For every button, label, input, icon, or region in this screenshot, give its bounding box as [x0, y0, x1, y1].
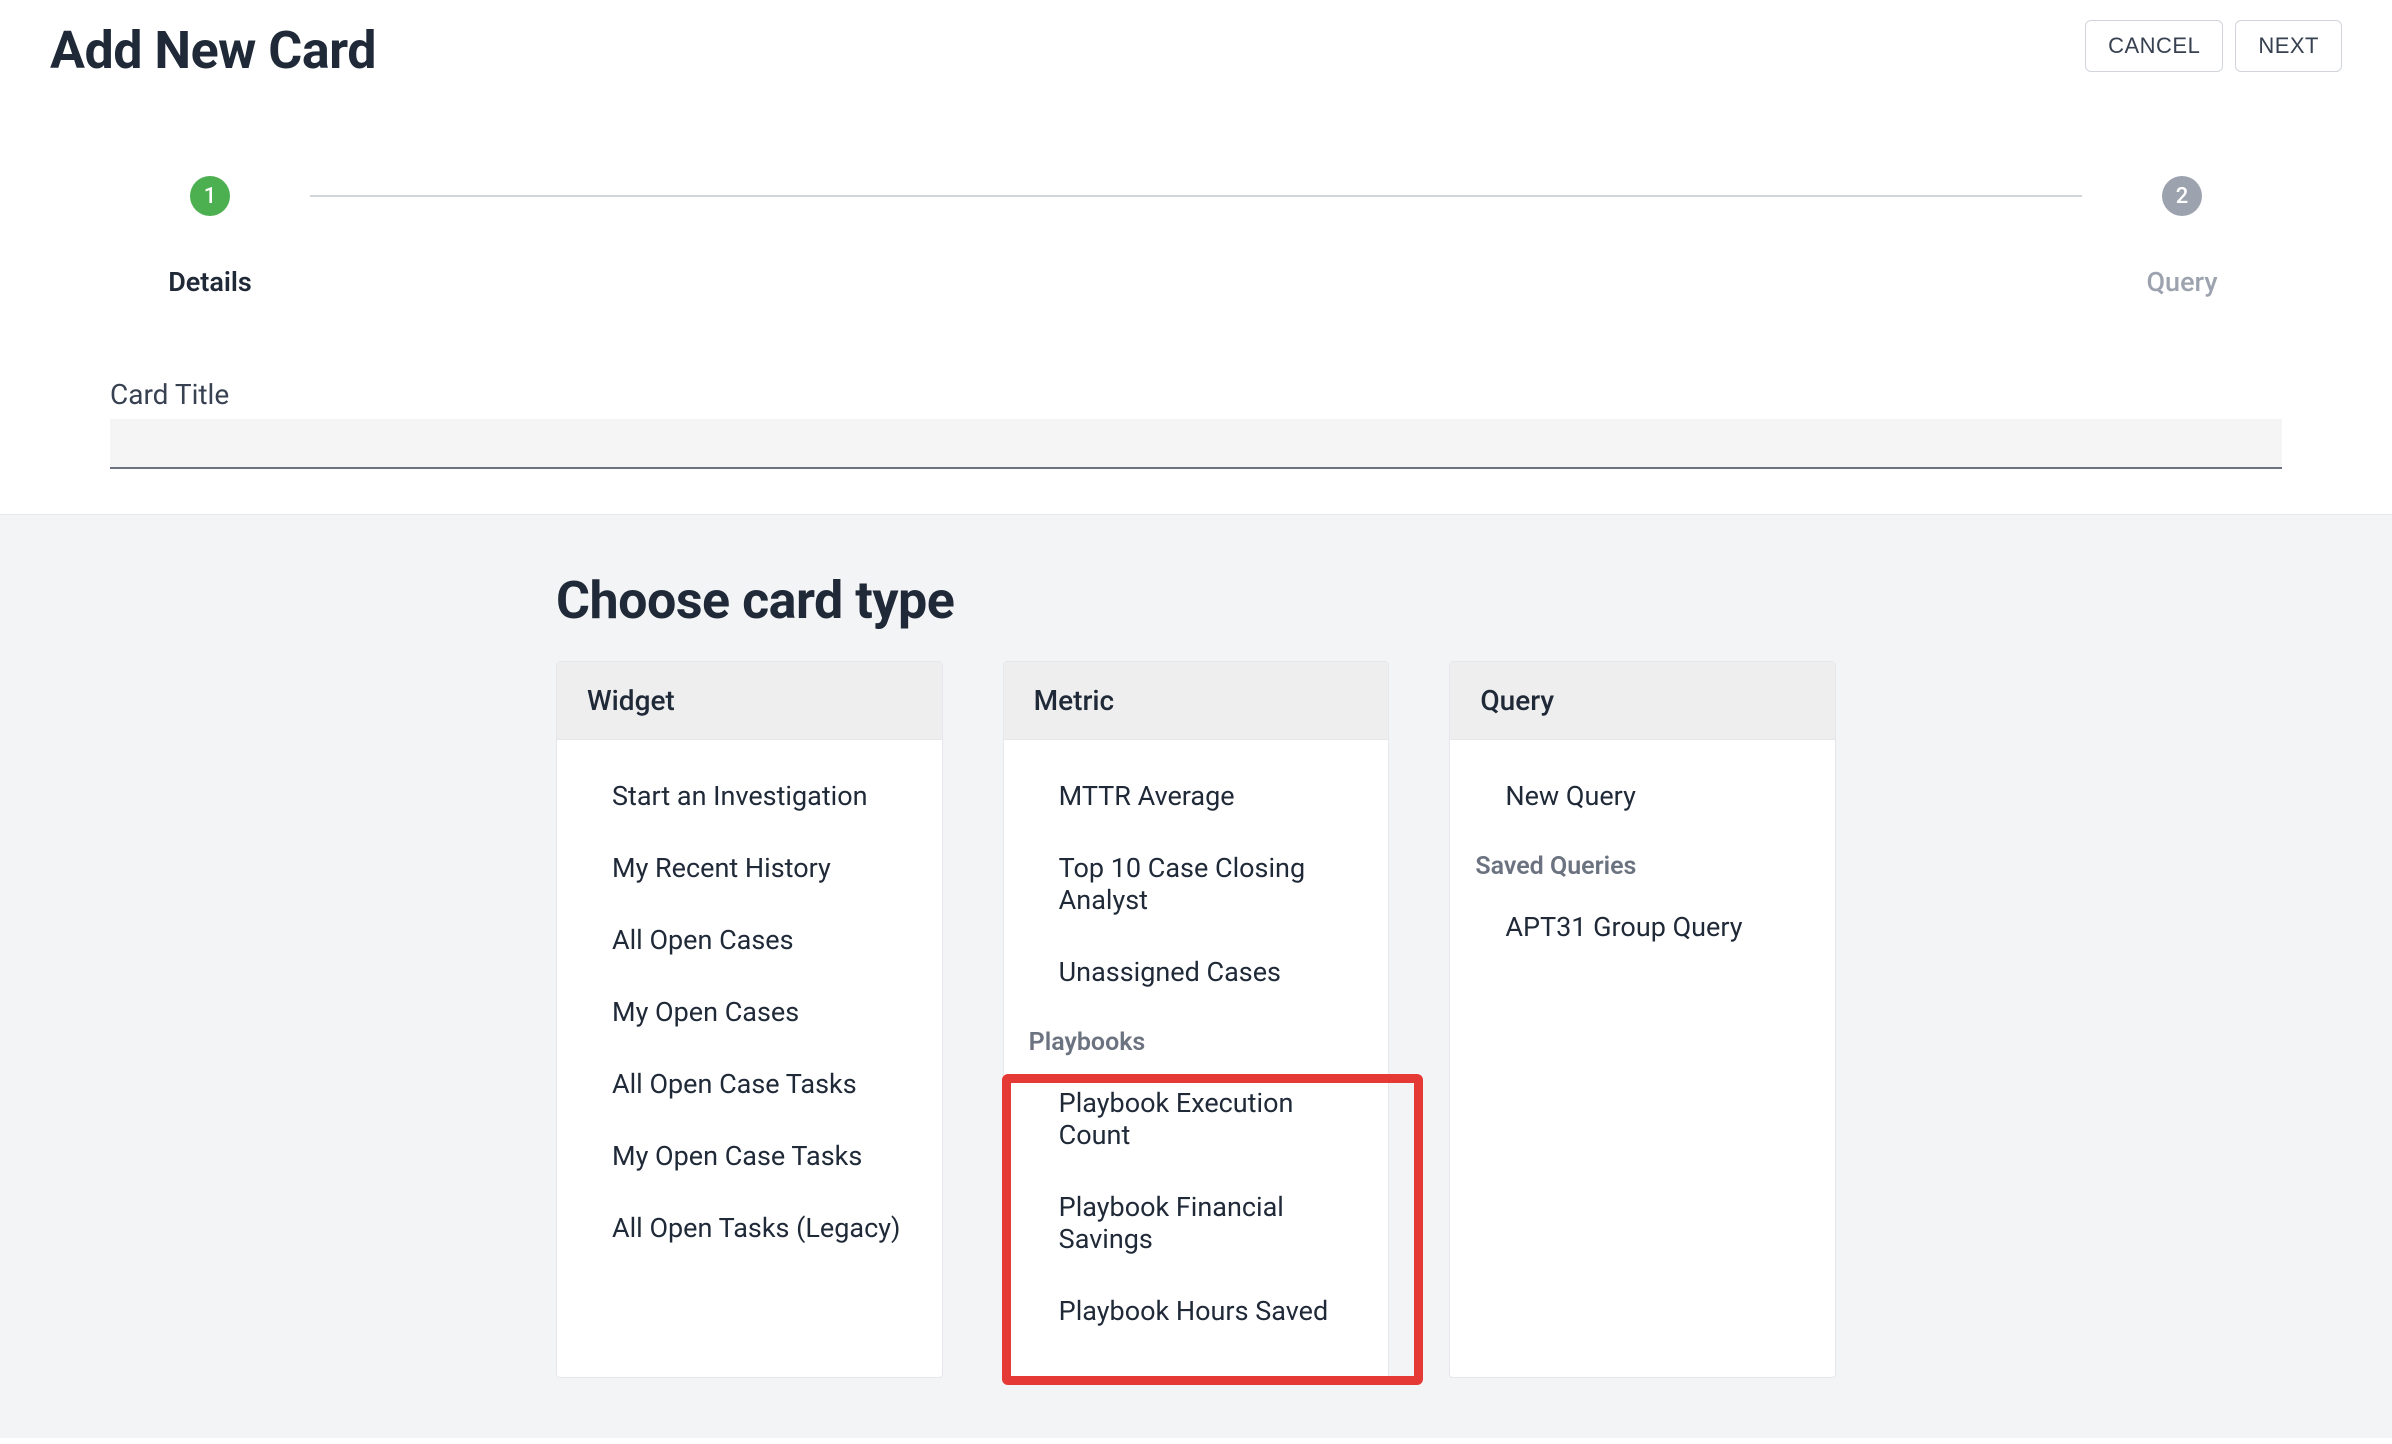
widget-column: Widget Start an Investigation My Recent … [556, 661, 943, 1378]
step-query[interactable]: 2 Query [2082, 176, 2282, 298]
query-column-body: New Query Saved Queries APT31 Group Quer… [1450, 740, 1835, 993]
stepper: 1 Details 2 Query [50, 176, 2342, 298]
form-section: Card Title [50, 378, 2342, 469]
widget-column-header: Widget [557, 662, 942, 740]
card-columns: Widget Start an Investigation My Recent … [556, 661, 1836, 1378]
widget-column-body: Start an Investigation My Recent History… [557, 740, 942, 1294]
widget-item-my-open-cases[interactable]: My Open Cases [557, 976, 942, 1048]
next-button[interactable]: NEXT [2235, 20, 2342, 72]
lower-section: Choose card type Widget Start an Investi… [0, 515, 2392, 1438]
query-item-apt31-group-query[interactable]: APT31 Group Query [1450, 891, 1835, 963]
widget-item-all-open-tasks-legacy[interactable]: All Open Tasks (Legacy) [557, 1192, 942, 1264]
query-item-new-query[interactable]: New Query [1450, 760, 1835, 832]
widget-item-all-open-cases[interactable]: All Open Cases [557, 904, 942, 976]
step-circle-1: 1 [190, 176, 230, 216]
metric-item-playbook-execution-count[interactable]: Playbook Execution Count [1004, 1067, 1389, 1171]
metric-column-body: MTTR Average Top 10 Case Closing Analyst… [1004, 740, 1389, 1377]
widget-item-recent-history[interactable]: My Recent History [557, 832, 942, 904]
query-column: Query New Query Saved Queries APT31 Grou… [1449, 661, 1836, 1378]
query-subheader-saved-queries: Saved Queries [1450, 832, 1835, 891]
metric-column-header: Metric [1004, 662, 1389, 740]
metric-item-mttr-average[interactable]: MTTR Average [1004, 760, 1389, 832]
query-column-header: Query [1450, 662, 1835, 740]
card-title-label: Card Title [110, 378, 2282, 411]
metric-item-unassigned-cases[interactable]: Unassigned Cases [1004, 936, 1389, 1008]
header-row: Add New Card CANCEL NEXT [50, 20, 2342, 81]
page-title: Add New Card [50, 20, 376, 81]
metric-item-top-10-analyst[interactable]: Top 10 Case Closing Analyst [1004, 832, 1389, 936]
widget-item-start-investigation[interactable]: Start an Investigation [557, 760, 942, 832]
header-buttons: CANCEL NEXT [2085, 20, 2342, 72]
widget-item-all-open-case-tasks[interactable]: All Open Case Tasks [557, 1048, 942, 1120]
card-title-input[interactable] [110, 419, 2282, 469]
widget-item-my-open-case-tasks[interactable]: My Open Case Tasks [557, 1120, 942, 1192]
choose-card-type-heading: Choose card type [556, 570, 1836, 631]
step-line [310, 195, 2082, 197]
step-circle-2: 2 [2162, 176, 2202, 216]
metric-column: Metric MTTR Average Top 10 Case Closing … [1003, 661, 1390, 1378]
metric-subheader-playbooks: Playbooks [1004, 1008, 1389, 1067]
step-details[interactable]: 1 Details [110, 176, 310, 298]
step-label-1: Details [168, 266, 252, 298]
metric-item-playbook-financial-savings[interactable]: Playbook Financial Savings [1004, 1171, 1389, 1275]
lower-inner: Choose card type Widget Start an Investi… [236, 570, 2156, 1378]
top-section: Add New Card CANCEL NEXT 1 Details 2 Que… [0, 0, 2392, 515]
step-label-2: Query [2146, 266, 2217, 298]
cancel-button[interactable]: CANCEL [2085, 20, 2223, 72]
metric-item-playbook-hours-saved[interactable]: Playbook Hours Saved [1004, 1275, 1389, 1347]
